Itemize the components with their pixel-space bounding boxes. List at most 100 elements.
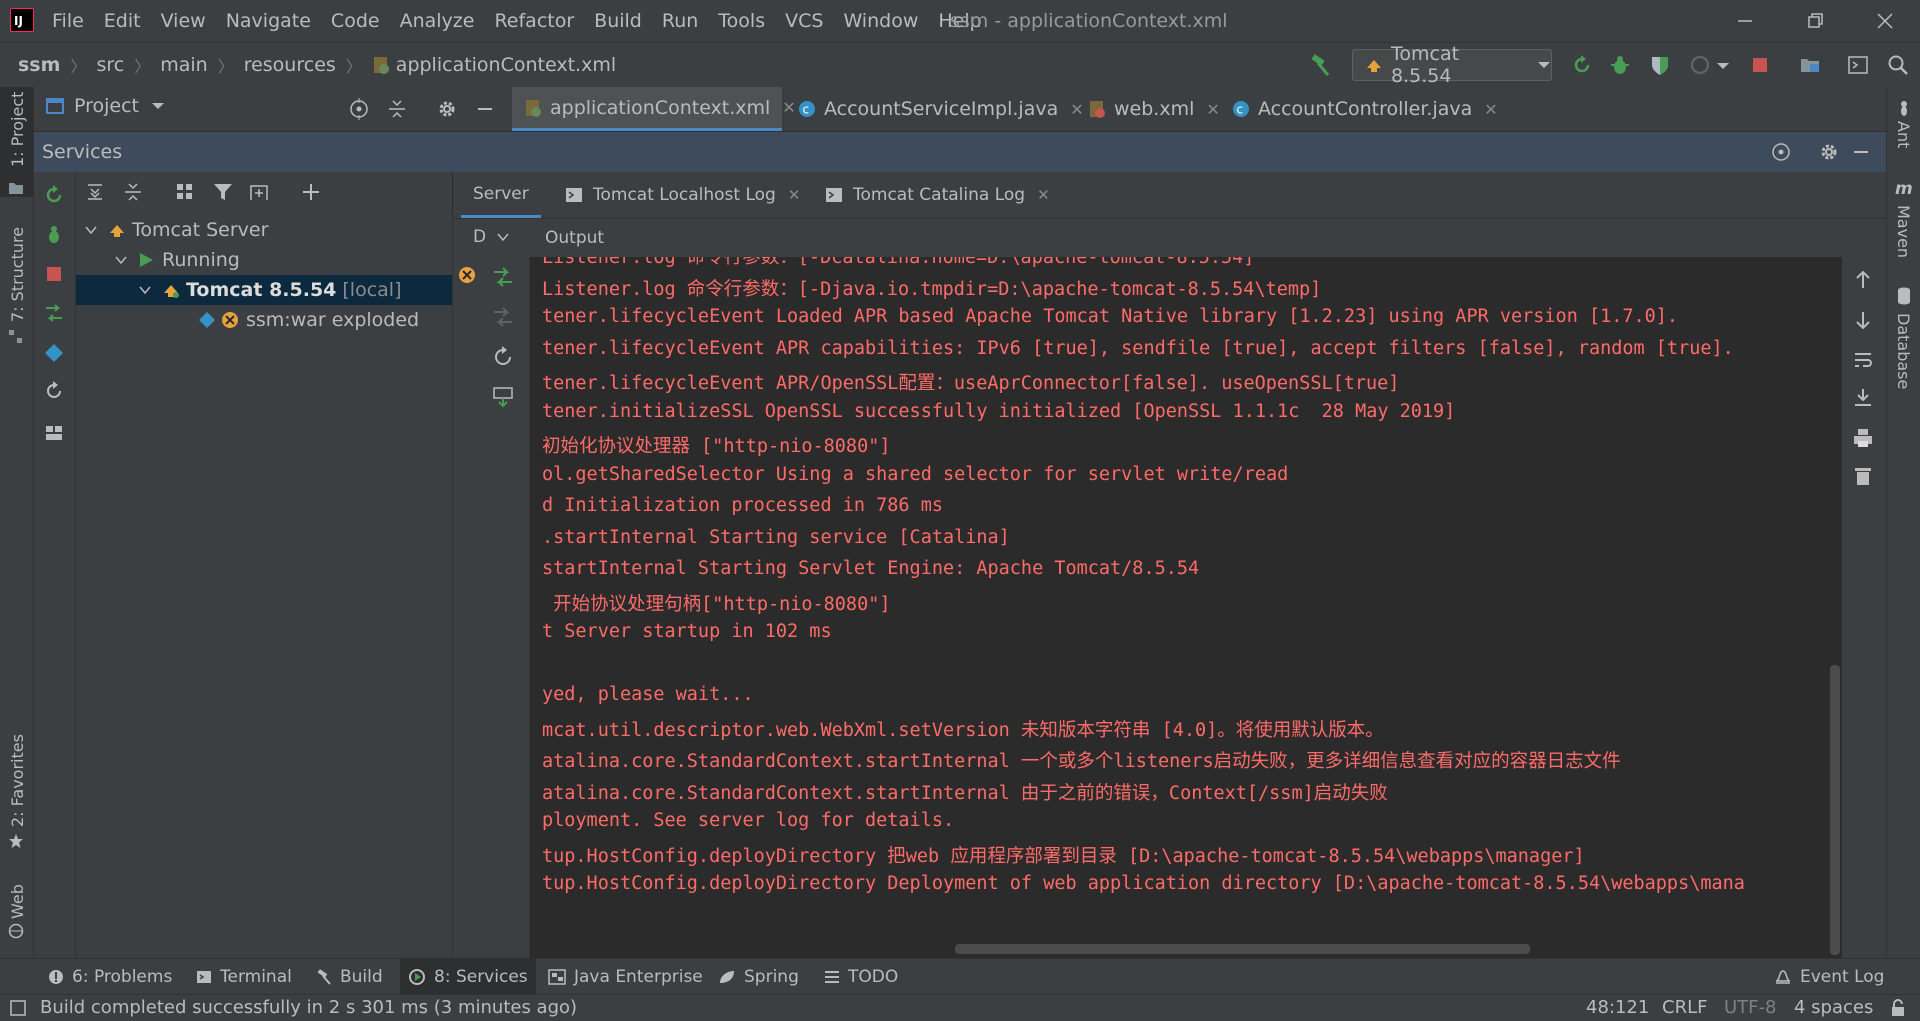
java-enterprise-tool-button[interactable]: Java Enterprise bbox=[540, 959, 711, 995]
status-message[interactable]: Build completed successfully in 2 s 301 … bbox=[40, 997, 577, 1018]
menu-run[interactable]: Run bbox=[662, 10, 698, 32]
tab-tomcat-localhost-log[interactable]: Tomcat Localhost Log ✕ bbox=[553, 172, 812, 218]
collapse-all-icon[interactable] bbox=[386, 98, 408, 120]
services-tool-button[interactable]: 8: Services bbox=[400, 959, 536, 995]
panel-toggle-icon[interactable] bbox=[10, 1000, 26, 1016]
run-configuration-select[interactable]: Tomcat 8.5.54 bbox=[1352, 43, 1552, 87]
breadcrumb-main[interactable]: main bbox=[160, 54, 207, 76]
menu-window[interactable]: Window bbox=[843, 10, 918, 32]
locate-icon[interactable] bbox=[1770, 141, 1792, 163]
restore-icon[interactable] bbox=[1802, 8, 1828, 34]
menu-edit[interactable]: Edit bbox=[104, 10, 141, 32]
structure-tool-button[interactable]: 7: Structure bbox=[8, 227, 27, 322]
close-tab-icon[interactable]: ✕ bbox=[1484, 100, 1497, 119]
arrow-up-icon[interactable] bbox=[1852, 269, 1874, 291]
arrow-down-icon[interactable] bbox=[1852, 309, 1874, 331]
ant-tool-button[interactable]: Ant bbox=[1894, 121, 1913, 148]
menu-tools[interactable]: Tools bbox=[718, 10, 765, 32]
tab-applicationcontext-xml[interactable]: applicationContext.xml ✕ bbox=[512, 87, 796, 131]
stop-icon[interactable] bbox=[44, 264, 64, 284]
tab-tomcat-catalina-log[interactable]: Tomcat Catalina Log ✕ bbox=[813, 172, 1062, 218]
collapse-all-icon[interactable] bbox=[122, 181, 144, 203]
file-encoding[interactable]: UTF-8 bbox=[1724, 997, 1776, 1018]
profile-icon[interactable] bbox=[1688, 53, 1712, 77]
breadcrumb-src[interactable]: src bbox=[96, 54, 124, 76]
close-tab-icon[interactable]: ✕ bbox=[788, 186, 801, 204]
hide-panel-icon[interactable] bbox=[474, 98, 496, 120]
close-tab-icon[interactable]: ✕ bbox=[1037, 186, 1050, 204]
deployment-column-toggle[interactable]: D bbox=[473, 227, 510, 247]
indent-setting[interactable]: 4 spaces bbox=[1794, 997, 1873, 1018]
hide-panel-icon[interactable] bbox=[1850, 141, 1872, 163]
locate-icon[interactable] bbox=[348, 98, 370, 120]
terminal-icon[interactable] bbox=[1846, 53, 1870, 77]
stop-icon[interactable] bbox=[1748, 53, 1772, 77]
rerun-icon[interactable] bbox=[43, 184, 65, 206]
layout-icon[interactable] bbox=[43, 422, 65, 444]
scroll-to-end-icon[interactable] bbox=[1852, 387, 1874, 409]
tree-node-running[interactable]: Running bbox=[76, 245, 452, 275]
vertical-scrollbar[interactable] bbox=[1830, 665, 1840, 955]
chevron-down-icon[interactable] bbox=[1716, 53, 1740, 77]
maven-tool-button[interactable]: Maven bbox=[1894, 205, 1913, 258]
caret-position[interactable]: 48:121 bbox=[1586, 997, 1649, 1018]
menu-vcs[interactable]: VCS bbox=[785, 10, 823, 32]
minimize-icon[interactable] bbox=[1732, 8, 1758, 34]
web-tool-button[interactable]: Web bbox=[8, 884, 27, 919]
tab-server[interactable]: Server bbox=[461, 172, 541, 218]
console-output[interactable]: Listener.log 命令行参数：[-Dcatalina.home=D:\a… bbox=[530, 257, 1842, 958]
new-tab-icon[interactable] bbox=[248, 181, 272, 203]
gear-icon[interactable] bbox=[436, 98, 458, 120]
project-structure-icon[interactable] bbox=[1798, 53, 1822, 77]
menu-file[interactable]: File bbox=[52, 10, 84, 32]
print-icon[interactable] bbox=[1852, 427, 1874, 449]
rerun-icon[interactable] bbox=[1570, 53, 1594, 77]
search-icon[interactable] bbox=[1886, 53, 1910, 77]
group-services-icon[interactable] bbox=[174, 181, 196, 203]
filter-icon[interactable] bbox=[212, 181, 234, 203]
add-service-icon[interactable] bbox=[300, 181, 322, 203]
undeploy-icon[interactable] bbox=[491, 305, 515, 329]
line-separator[interactable]: CRLF bbox=[1662, 997, 1707, 1018]
favorites-tool-button[interactable]: 2: Favorites bbox=[8, 734, 27, 827]
tree-node-artifact[interactable]: ssm:war exploded bbox=[76, 305, 452, 335]
breadcrumb-ssm[interactable]: ssm bbox=[18, 54, 60, 76]
tab-accountserviceimpl-java[interactable]: c AccountServiceImpl.java ✕ bbox=[786, 87, 1096, 131]
menu-build[interactable]: Build bbox=[594, 10, 642, 32]
breadcrumb-file[interactable]: applicationContext.xml bbox=[396, 54, 616, 76]
deploy-all-icon[interactable] bbox=[491, 385, 515, 409]
menu-analyze[interactable]: Analyze bbox=[400, 10, 475, 32]
tab-web-xml[interactable]: web.xml ✕ bbox=[1076, 87, 1232, 131]
close-icon[interactable] bbox=[1872, 8, 1898, 34]
breadcrumb-resources[interactable]: resources bbox=[244, 54, 336, 76]
tree-node-tomcat-server[interactable]: Tomcat Server bbox=[76, 215, 452, 245]
horizontal-scrollbar[interactable] bbox=[955, 944, 1530, 954]
update-icon[interactable] bbox=[491, 345, 515, 369]
event-log-tool-button[interactable]: Event Log bbox=[1766, 959, 1892, 995]
menu-navigate[interactable]: Navigate bbox=[226, 10, 311, 32]
database-tool-button[interactable]: Database bbox=[1894, 313, 1913, 389]
trash-icon[interactable] bbox=[1852, 465, 1874, 487]
soft-wrap-icon[interactable] bbox=[1852, 349, 1874, 371]
todo-tool-button[interactable]: TODO bbox=[816, 959, 906, 995]
refresh-icon[interactable] bbox=[43, 380, 65, 402]
project-view-select[interactable]: Project bbox=[46, 95, 165, 117]
close-tab-icon[interactable]: ✕ bbox=[1206, 100, 1219, 119]
menu-code[interactable]: Code bbox=[331, 10, 380, 32]
terminal-tool-button[interactable]: Terminal bbox=[188, 959, 300, 995]
expand-all-icon[interactable] bbox=[84, 181, 106, 203]
coverage-icon[interactable] bbox=[1648, 53, 1672, 77]
problems-tool-button[interactable]: 6: Problems bbox=[40, 959, 180, 995]
artifact-icon[interactable] bbox=[43, 342, 65, 364]
tree-node-tomcat-instance[interactable]: Tomcat 8.5.54 [local] bbox=[76, 275, 452, 305]
debug-icon[interactable] bbox=[43, 224, 65, 246]
deploy-icon[interactable] bbox=[43, 302, 65, 324]
spring-tool-button[interactable]: Spring bbox=[710, 959, 807, 995]
tab-accountcontroller-java[interactable]: c AccountController.java ✕ bbox=[1220, 87, 1510, 131]
menu-refactor[interactable]: Refactor bbox=[494, 10, 574, 32]
build-hammer-icon[interactable] bbox=[1308, 53, 1332, 77]
debug-icon[interactable] bbox=[1608, 53, 1632, 77]
deploy-icon[interactable] bbox=[491, 265, 515, 289]
build-tool-button[interactable]: Build bbox=[308, 959, 391, 995]
gear-icon[interactable] bbox=[1818, 141, 1840, 163]
